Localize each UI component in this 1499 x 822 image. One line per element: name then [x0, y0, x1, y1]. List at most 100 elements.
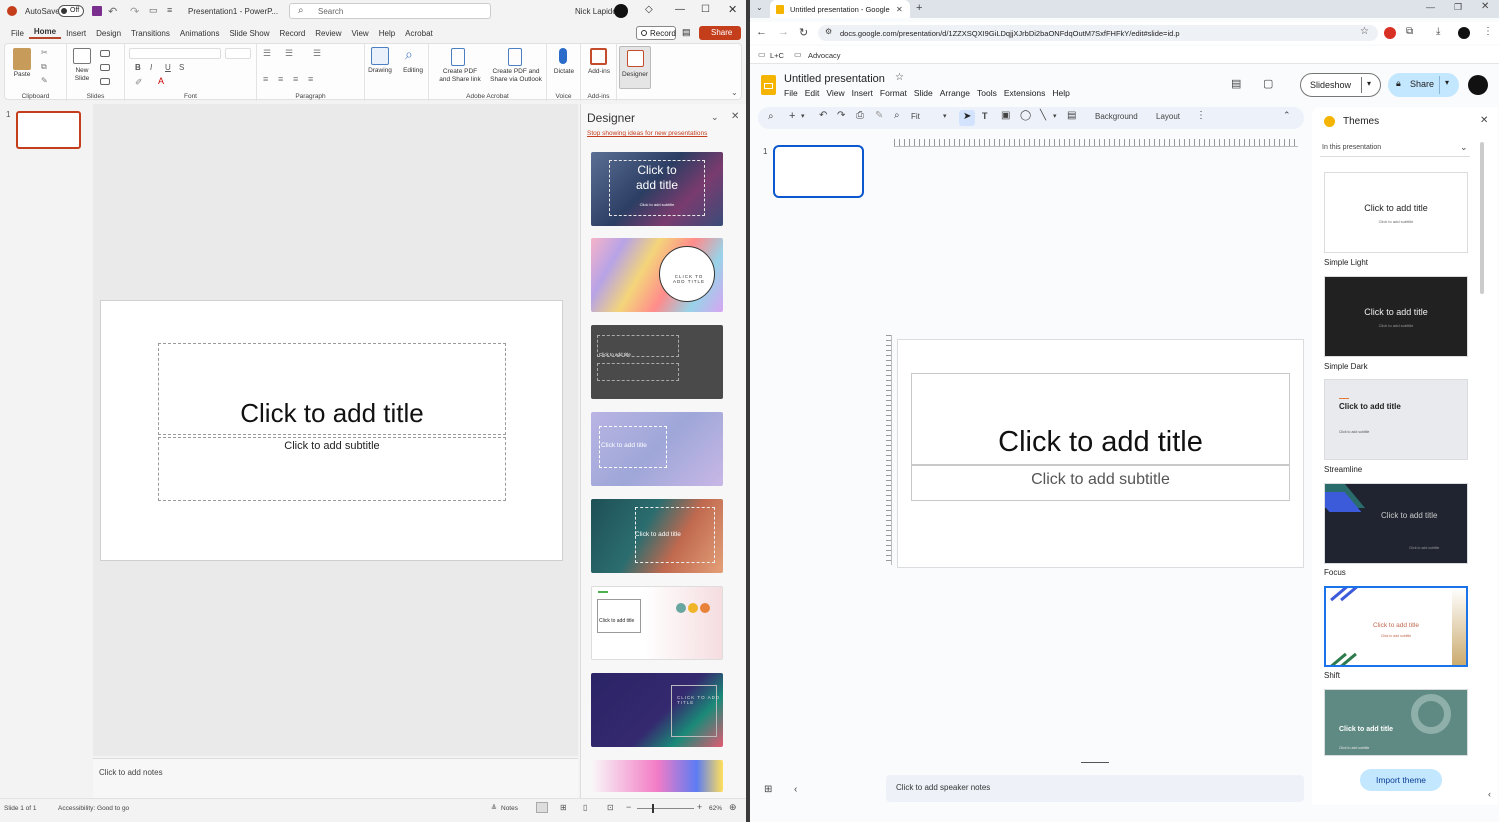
- collapse-filmstrip-icon[interactable]: ‹: [794, 784, 797, 795]
- format-painter-icon[interactable]: ✎: [41, 76, 48, 85]
- menu-insert[interactable]: Insert: [852, 88, 873, 98]
- present-icon[interactable]: ▭: [149, 5, 158, 16]
- doc-title[interactable]: Untitled presentation: [784, 73, 885, 85]
- share-dropdown-icon[interactable]: ▾: [1445, 78, 1449, 87]
- avatar[interactable]: [614, 4, 628, 18]
- dictate-button[interactable]: Dictate: [547, 68, 581, 76]
- font-name-box[interactable]: [129, 48, 221, 59]
- italic-button[interactable]: I: [150, 63, 152, 72]
- new-slide-label-2[interactable]: Slide: [69, 75, 95, 83]
- forward-icon[interactable]: →: [778, 26, 789, 38]
- theme-simple-light[interactable]: Click to add title Click to add subtitle: [1324, 172, 1468, 253]
- new-slide-icon[interactable]: +: [789, 110, 795, 122]
- close-window-icon[interactable]: ✕: [1481, 1, 1489, 12]
- new-slide-icon[interactable]: [73, 48, 91, 64]
- find-icon[interactable]: ⌕: [405, 46, 413, 63]
- slide-thumbnail[interactable]: [16, 111, 81, 149]
- expand-side-panel-icon[interactable]: ‹: [1488, 789, 1491, 799]
- font-size-box[interactable]: [225, 48, 251, 59]
- close-themes-icon[interactable]: ✕: [1480, 115, 1488, 126]
- design-idea-3[interactable]: Click to add title: [591, 325, 723, 399]
- notes-button[interactable]: Notes: [501, 805, 518, 812]
- numbering-icon[interactable]: ☰: [285, 48, 293, 59]
- paste-button[interactable]: Paste: [9, 71, 35, 79]
- minimize-icon[interactable]: —: [1426, 2, 1435, 12]
- undo-icon[interactable]: ↶: [108, 5, 117, 18]
- notes-resize-handle[interactable]: [1081, 762, 1109, 763]
- menu-arrange[interactable]: Arrange: [940, 88, 970, 98]
- section-icon[interactable]: [100, 78, 110, 85]
- line-dropdown-icon[interactable]: ▾: [1053, 112, 1057, 120]
- menu-tools[interactable]: Tools: [977, 88, 997, 98]
- maximize-icon[interactable]: ☐: [701, 4, 710, 15]
- record-button[interactable]: Record: [636, 26, 676, 40]
- tab-home[interactable]: Home: [28, 27, 62, 39]
- back-icon[interactable]: ←: [756, 26, 767, 38]
- cut-icon[interactable]: ✂: [41, 48, 48, 57]
- editing-button[interactable]: Editing: [398, 67, 428, 75]
- align-center-icon[interactable]: ≡: [278, 74, 283, 84]
- tab-view[interactable]: View: [347, 29, 374, 38]
- line-spacing-icon[interactable]: ☰: [313, 48, 321, 59]
- speaker-notes[interactable]: Click to add speaker notes: [886, 775, 1304, 802]
- addins-button[interactable]: Add-ins: [581, 68, 617, 76]
- download-icon[interactable]: ⤓: [1436, 26, 1440, 37]
- theme-filter-select[interactable]: In this presentation ⌄: [1320, 141, 1470, 157]
- zoom-select[interactable]: Fit: [911, 112, 920, 121]
- highlight-icon[interactable]: ✐: [135, 77, 143, 88]
- close-tab-icon[interactable]: ✕: [896, 5, 903, 14]
- zoom-out-icon[interactable]: −: [626, 802, 631, 812]
- theme-focus[interactable]: Click to add title Click to add subtitle: [1324, 483, 1468, 564]
- diamond-icon[interactable]: ◇: [645, 4, 653, 15]
- create-pdf-icon[interactable]: [451, 48, 465, 66]
- new-tab-icon[interactable]: +: [916, 2, 922, 14]
- star-icon[interactable]: ☆: [895, 72, 904, 83]
- tab-help[interactable]: Help: [374, 29, 400, 38]
- redo-icon[interactable]: ↷: [130, 5, 139, 18]
- zoom-slider[interactable]: [637, 804, 694, 813]
- reset-icon[interactable]: [100, 64, 110, 71]
- restore-icon[interactable]: ❐: [1454, 2, 1462, 13]
- browser-tab[interactable]: Untitled presentation - Google ✕: [770, 0, 910, 18]
- tab-search-icon[interactable]: ⌄: [756, 3, 763, 12]
- accessibility-status[interactable]: Accessibility: Good to go: [58, 805, 129, 812]
- create-pdf-label-2[interactable]: and Share link: [433, 76, 487, 84]
- minimize-icon[interactable]: —: [675, 4, 685, 15]
- comments-icon[interactable]: ▤: [1231, 77, 1241, 90]
- underline-button[interactable]: U: [165, 63, 171, 72]
- tab-design[interactable]: Design: [91, 29, 126, 38]
- addins-icon[interactable]: [590, 48, 607, 65]
- select-tool[interactable]: ➤: [959, 110, 975, 126]
- tab-transitions[interactable]: Transitions: [126, 29, 175, 38]
- filmstrip-thumbnail[interactable]: [773, 145, 864, 198]
- profile-avatar[interactable]: [1458, 27, 1470, 39]
- print-icon[interactable]: ⎙: [856, 110, 864, 121]
- design-idea-1[interactable]: Click to add title Click to add subtitle: [591, 152, 723, 226]
- search-menus-icon[interactable]: ⌕: [768, 111, 774, 122]
- design-idea-8[interactable]: [591, 760, 723, 792]
- tab-animations[interactable]: Animations: [175, 29, 225, 38]
- theme-sixth[interactable]: Click to add title Click to add subtitle: [1324, 689, 1468, 756]
- undo-icon[interactable]: ↶: [819, 110, 827, 121]
- slides-logo-icon[interactable]: [761, 75, 776, 95]
- comment-icon[interactable]: ▤: [1067, 110, 1076, 121]
- grid-view-icon[interactable]: ⊞: [764, 784, 772, 795]
- extension-red-icon[interactable]: [1384, 27, 1396, 39]
- paste-icon[interactable]: [13, 48, 31, 70]
- reading-view-icon[interactable]: ▯: [583, 803, 587, 812]
- close-pane-icon[interactable]: ✕: [731, 111, 739, 122]
- create-pdf-outlook-icon[interactable]: [508, 48, 522, 66]
- microphone-icon[interactable]: [559, 48, 567, 64]
- slide-canvas[interactable]: Click to add title Click to add subtitle: [100, 300, 563, 561]
- tab-acrobat[interactable]: Acrobat: [400, 29, 438, 38]
- bullets-icon[interactable]: ☰: [263, 48, 271, 59]
- share-button[interactable]: Share: [699, 26, 741, 40]
- slide-canvas[interactable]: Click to add title Click to add subtitle: [897, 339, 1304, 568]
- bold-button[interactable]: B: [135, 63, 141, 72]
- theme-simple-dark[interactable]: Click to add title Click to add subtitle: [1324, 276, 1468, 357]
- zoom-in-icon[interactable]: +: [697, 802, 702, 812]
- image-icon[interactable]: ▣: [1001, 110, 1010, 121]
- save-icon[interactable]: [92, 6, 102, 16]
- normal-view-icon[interactable]: [536, 802, 548, 813]
- copy-icon[interactable]: ⧉: [41, 62, 47, 72]
